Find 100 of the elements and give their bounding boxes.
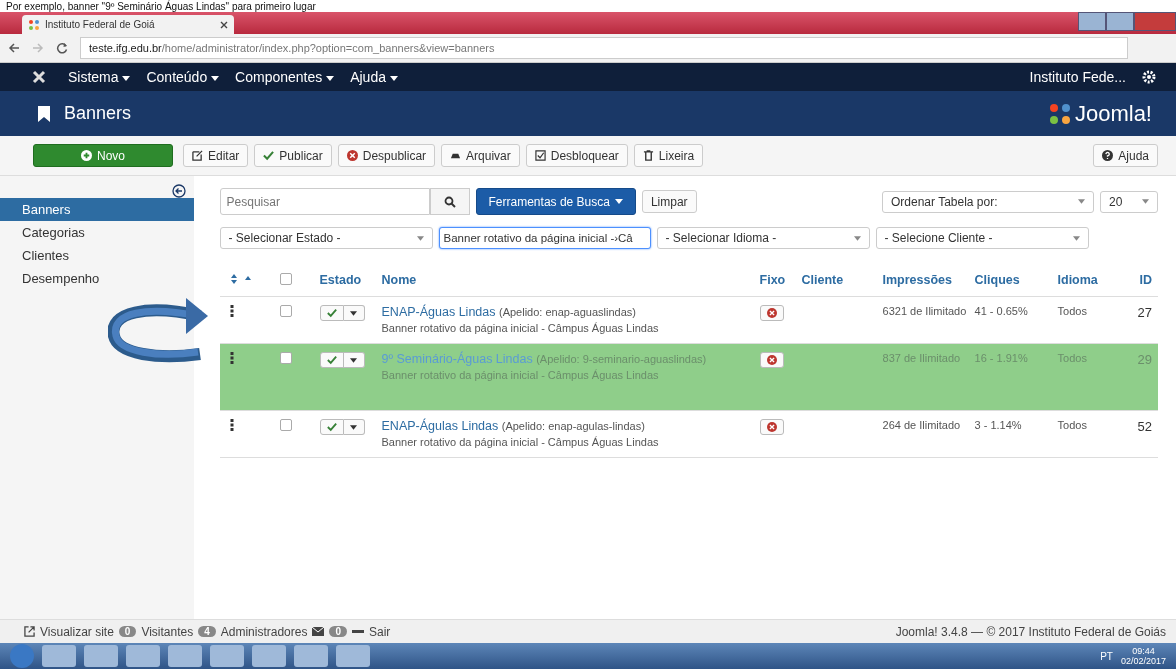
table-row[interactable]: ENAP-Águlas Lindas (Apelido: enap-agulas-lindas) Banner rotativo da página inicial - Câmpus Águas Lindas 264 de Ilimitado 3 - 1.14% Todos 52: [219, 411, 1158, 458]
sort-icon[interactable]: [229, 273, 254, 285]
sidebar-item[interactable]: Desempenho: [0, 267, 194, 290]
edit-icon: [192, 150, 203, 161]
banner-link[interactable]: ENAP-Águlas Lindas: [381, 419, 499, 433]
clock-time[interactable]: 09:44: [1132, 646, 1155, 656]
caret-icon: [1078, 199, 1085, 204]
checkbox[interactable]: [279, 352, 292, 364]
sidebar-item[interactable]: Categorias: [0, 221, 194, 244]
dropdown-toggle[interactable]: [343, 419, 365, 435]
column-header[interactable]: Nome: [381, 273, 760, 287]
maximize-button[interactable]: [1106, 12, 1134, 31]
published-toggle[interactable]: [319, 352, 344, 368]
unpinned-toggle[interactable]: [759, 419, 784, 435]
help-icon: [1102, 150, 1114, 161]
start-button[interactable]: [10, 644, 34, 668]
toolbar-button[interactable]: Arquivar: [441, 144, 520, 167]
caret-icon: [122, 75, 131, 81]
table-cell-text: 41 - 0.65%: [974, 305, 1029, 317]
dropdown-toggle[interactable]: [343, 352, 365, 368]
column-header[interactable]: Estado: [319, 273, 382, 287]
alias-text: (Apelido: enap-aguaslindas): [498, 306, 636, 318]
toolbar-button[interactable]: Despublicar: [337, 144, 436, 167]
settings-icon[interactable]: [1142, 70, 1156, 84]
help-button[interactable]: Ajuda: [1093, 144, 1158, 167]
count-badge: 0: [329, 626, 347, 637]
drag-handle-icon[interactable]: [229, 305, 234, 317]
external-link-icon[interactable]: [24, 626, 35, 637]
caret-icon: [853, 235, 861, 241]
table-cell-text: 52: [1137, 419, 1153, 434]
limit-select[interactable]: 20: [1100, 190, 1158, 213]
close-icon[interactable]: [220, 20, 228, 29]
menu-item[interactable]: Ajuda: [350, 69, 398, 85]
checkbox[interactable]: [279, 305, 292, 317]
collapse-icon[interactable]: [171, 184, 186, 198]
search-tools-button[interactable]: Ferramentas de Busca: [475, 188, 636, 215]
new-button[interactable]: Novo: [33, 144, 173, 167]
browser-tab[interactable]: Instituto Federal de Goiá: [22, 15, 234, 34]
banner-link[interactable]: ENAP-Águas Lindas: [381, 305, 496, 319]
logout-link[interactable]: Sair: [369, 624, 391, 639]
caret-icon: [416, 235, 424, 241]
back-icon[interactable]: [8, 42, 20, 54]
envelope-icon[interactable]: [312, 627, 325, 636]
clear-button[interactable]: Limpar: [641, 190, 697, 213]
toolbar-button[interactable]: Publicar: [254, 144, 332, 167]
filter-select[interactable]: - Selecione Cliente -: [875, 227, 1089, 249]
table-cell-text: Todos: [1057, 305, 1088, 317]
table-cell-text: 29: [1137, 352, 1153, 367]
table-cell-text: 16 - 1.91%: [974, 352, 1029, 364]
checkmark-icon: [326, 308, 337, 318]
menu-item[interactable]: Conteúdo: [146, 69, 220, 85]
column-header[interactable]: Fixo: [759, 273, 802, 287]
column-header[interactable]: Idioma: [1057, 273, 1138, 287]
checkmark-icon: [326, 422, 337, 432]
search-button[interactable]: [429, 188, 470, 215]
checkbox[interactable]: [279, 419, 292, 431]
column-header[interactable]: Cliques: [974, 273, 1058, 287]
admins-label: Administradores: [220, 624, 308, 639]
unpinned-toggle[interactable]: [759, 305, 784, 321]
caret-icon: [389, 75, 398, 81]
logo-text: Joomla!: [1074, 100, 1152, 127]
alias-text: (Apelido: 9-seminario-aguaslindas): [536, 353, 707, 365]
filter-select[interactable]: - Selecionar Idioma -: [656, 227, 870, 249]
checkbox[interactable]: [279, 273, 292, 285]
sidebar-item[interactable]: Banners: [0, 198, 194, 221]
checkmark-icon: [263, 150, 275, 161]
column-header[interactable]: Impressões: [882, 273, 975, 287]
caret-icon: [1072, 235, 1080, 241]
drag-handle-icon[interactable]: [229, 352, 234, 364]
checkbox-icon: [534, 150, 546, 161]
filter-select[interactable]: - Selecionar Estado -: [219, 227, 433, 249]
toolbar-button[interactable]: Desbloquear: [525, 144, 628, 167]
filter-select[interactable]: Banner rotativo da página inicial -›Câ: [438, 227, 651, 249]
count-badge: 0: [118, 626, 137, 637]
view-site-link[interactable]: Visualizar site: [40, 624, 114, 639]
drag-handle-icon[interactable]: [229, 419, 234, 431]
caret-icon: [326, 75, 335, 81]
column-header[interactable]: Cliente: [801, 273, 883, 287]
sidebar-item[interactable]: Clientes: [0, 244, 194, 267]
published-toggle[interactable]: [319, 419, 344, 435]
clock-date[interactable]: 02/02/2017: [1120, 656, 1166, 666]
caret-icon: [211, 75, 220, 81]
menu-item[interactable]: Sistema: [68, 69, 131, 85]
site-link[interactable]: Instituto Fede...: [1029, 69, 1126, 85]
published-toggle[interactable]: [319, 305, 344, 321]
caption-text: Por exemplo, banner "9º Seminário Águas Lindas" para primeiro lugar: [6, 0, 316, 12]
address-field[interactable]: teste.ifg.edu.br/home/administrator/index.php?option=com_banners&view=banners: [80, 37, 1128, 59]
minimize-button[interactable]: [1078, 12, 1106, 31]
language-indicator[interactable]: PT: [1100, 650, 1113, 662]
reload-icon[interactable]: [56, 42, 68, 54]
menu-item[interactable]: Componentes: [235, 69, 335, 85]
toolbar-button[interactable]: Editar: [183, 144, 249, 167]
search-field[interactable]: Pesquisar: [219, 188, 430, 215]
dropdown-toggle[interactable]: [343, 305, 365, 321]
ordering-select[interactable]: Ordenar Tabela por:: [882, 190, 1094, 213]
table-cell-text: Todos: [1057, 419, 1088, 431]
column-header[interactable]: ID: [1137, 273, 1158, 287]
alias-text: (Apelido: enap-agulas-lindas): [501, 420, 645, 432]
unpinned-toggle[interactable]: [759, 352, 784, 368]
toolbar-button[interactable]: Lixeira: [633, 144, 704, 167]
